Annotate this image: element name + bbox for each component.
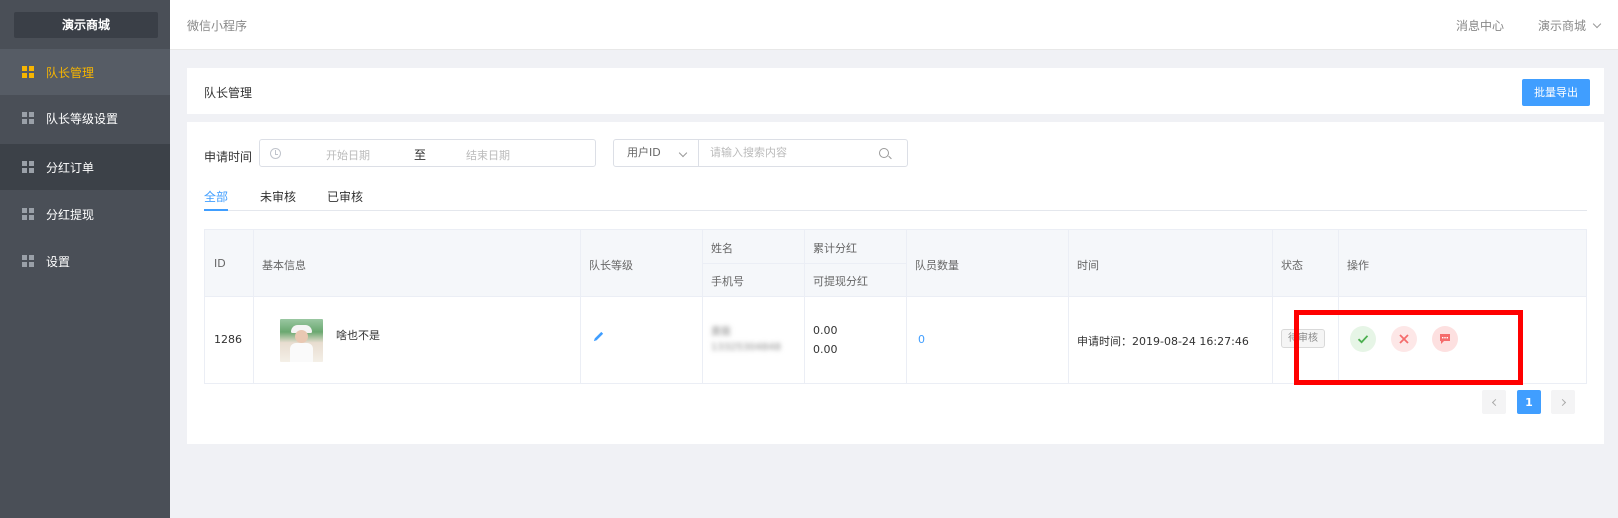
grid-icon <box>22 255 34 267</box>
tab-unreviewed[interactable]: 未审核 <box>260 188 296 205</box>
chevron-left-icon <box>1491 398 1499 406</box>
page-header: 队长管理 批量导出 <box>187 68 1604 114</box>
th-id: ID <box>214 257 226 270</box>
brand-logo: 演示商城 <box>14 12 158 38</box>
sidebar: 演示商城 队长管理 队长等级设置 分红订单 分红提现 设置 <box>0 0 170 518</box>
sidebar-item-label: 设置 <box>46 254 71 269</box>
th-phone: 手机号 <box>711 275 744 288</box>
avatar <box>280 319 323 362</box>
app-title: 微信小程序 <box>187 19 248 33</box>
shop-dropdown[interactable]: 演示商城 <box>1537 17 1602 34</box>
status-tabs: 全部 未审核 已审核 <box>204 186 1587 211</box>
cell-id: 1286 <box>214 333 242 346</box>
chevron-right-icon <box>1558 398 1566 406</box>
cell-phone: 13325304848 <box>711 342 781 353</box>
tab-reviewed[interactable]: 已审核 <box>327 188 363 205</box>
next-page-button[interactable] <box>1551 390 1575 414</box>
tab-all[interactable]: 全部 <box>204 188 228 205</box>
th-status: 状态 <box>1281 259 1303 272</box>
cell-withdrawable-bonus: 0.00 <box>813 343 838 356</box>
th-time: 时间 <box>1077 259 1099 272</box>
search-input[interactable] <box>710 146 880 159</box>
th-total-bonus: 累计分红 <box>813 242 857 255</box>
grid-icon <box>22 208 34 220</box>
chevron-down-icon <box>678 148 688 158</box>
chevron-down-icon <box>1592 19 1602 28</box>
highlight-box <box>1294 310 1523 385</box>
message-center-link[interactable]: 消息中心 <box>1456 17 1504 34</box>
clock-icon <box>270 147 281 159</box>
member-count-link[interactable]: 0 <box>918 333 925 346</box>
sidebar-item-label: 队长等级设置 <box>46 111 119 126</box>
end-date-input[interactable]: 结束日期 <box>466 147 510 163</box>
edit-pencil-icon[interactable] <box>592 330 605 343</box>
sidebar-item-label: 队长管理 <box>46 65 95 80</box>
start-date-input[interactable]: 开始日期 <box>326 147 370 163</box>
grid-icon <box>22 66 34 78</box>
apply-time-label: 申请时间 <box>204 150 253 164</box>
cell-nickname: 啥也不是 <box>336 329 380 342</box>
page-title: 队长管理 <box>204 86 253 100</box>
th-basic-info: 基本信息 <box>262 259 306 272</box>
th-name: 姓名 <box>711 242 733 255</box>
sidebar-item-bonus-orders[interactable]: 分红订单 <box>0 144 170 190</box>
sidebar-item-settings[interactable]: 设置 <box>0 238 170 284</box>
grid-icon <box>22 112 34 124</box>
cell-total-bonus: 0.00 <box>813 324 838 337</box>
sidebar-item-label: 分红提现 <box>46 207 95 222</box>
range-separator: 至 <box>414 148 427 162</box>
batch-export-button[interactable]: 批量导出 <box>1522 79 1590 106</box>
date-range-picker[interactable]: 开始日期 至 结束日期 <box>259 139 596 167</box>
cell-apply-time: 申请时间：2019-08-24 16:27:46 <box>1077 335 1249 348</box>
sidebar-item-captain-level[interactable]: 队长等级设置 <box>0 95 170 141</box>
sidebar-item-bonus-withdraw[interactable]: 分红提现 <box>0 191 170 237</box>
th-member-count: 队员数量 <box>915 259 959 272</box>
th-actions: 操作 <box>1347 259 1369 272</box>
search-type-select[interactable]: 用户ID <box>614 140 699 166</box>
search-type-value: 用户ID <box>627 146 661 159</box>
grid-icon <box>22 161 34 173</box>
topbar: 微信小程序 消息中心 演示商城 <box>170 0 1618 50</box>
active-tab-indicator <box>204 209 228 211</box>
search-group: 用户ID <box>613 139 908 167</box>
shop-dropdown-label: 演示商城 <box>1537 19 1586 33</box>
cell-name: 黄筱 <box>711 327 731 338</box>
th-withdrawable-bonus: 可提现分红 <box>813 275 868 288</box>
th-level: 队长等级 <box>589 259 633 272</box>
page-number[interactable]: 1 <box>1517 390 1541 414</box>
prev-page-button[interactable] <box>1482 390 1506 414</box>
search-icon[interactable] <box>879 148 889 158</box>
sidebar-item-label: 分红订单 <box>46 160 95 175</box>
main-panel: 申请时间 开始日期 至 结束日期 用户ID 全部 未审核 已审核 ID <box>187 122 1604 444</box>
sidebar-item-captain-management[interactable]: 队长管理 <box>0 49 170 95</box>
